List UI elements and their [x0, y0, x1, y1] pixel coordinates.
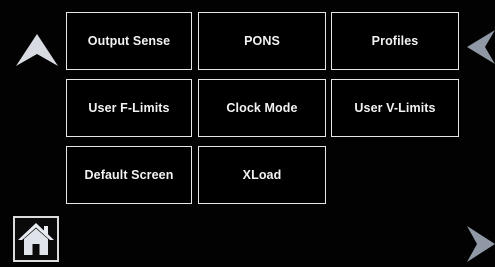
profiles-label: Profiles [371, 34, 419, 48]
home-icon [18, 223, 54, 255]
profiles-button[interactable]: Profiles [331, 12, 459, 70]
xload-label: XLoad [242, 168, 282, 182]
xload-button[interactable]: XLoad [198, 146, 326, 204]
arrow-left-icon[interactable] [467, 30, 495, 64]
pons-label: PONS [244, 34, 280, 48]
default-screen-label: Default Screen [84, 168, 174, 182]
output-sense-label: Output Sense [87, 34, 171, 48]
arrow-up-icon[interactable] [14, 32, 60, 68]
settings-menu-screen: Output Sense PONS Profiles User F-Limits… [0, 0, 495, 267]
clock-mode-label: Clock Mode [226, 101, 298, 115]
user-v-limits-label: User V-Limits [354, 101, 436, 115]
user-f-limits-label: User F-Limits [88, 101, 170, 115]
user-v-limits-button[interactable]: User V-Limits [331, 79, 459, 137]
default-screen-button[interactable]: Default Screen [66, 146, 192, 204]
clock-mode-button[interactable]: Clock Mode [198, 79, 326, 137]
home-button[interactable] [13, 216, 59, 262]
arrow-right-icon[interactable] [465, 226, 495, 262]
pons-button[interactable]: PONS [198, 12, 326, 70]
output-sense-button[interactable]: Output Sense [66, 12, 192, 70]
user-f-limits-button[interactable]: User F-Limits [66, 79, 192, 137]
